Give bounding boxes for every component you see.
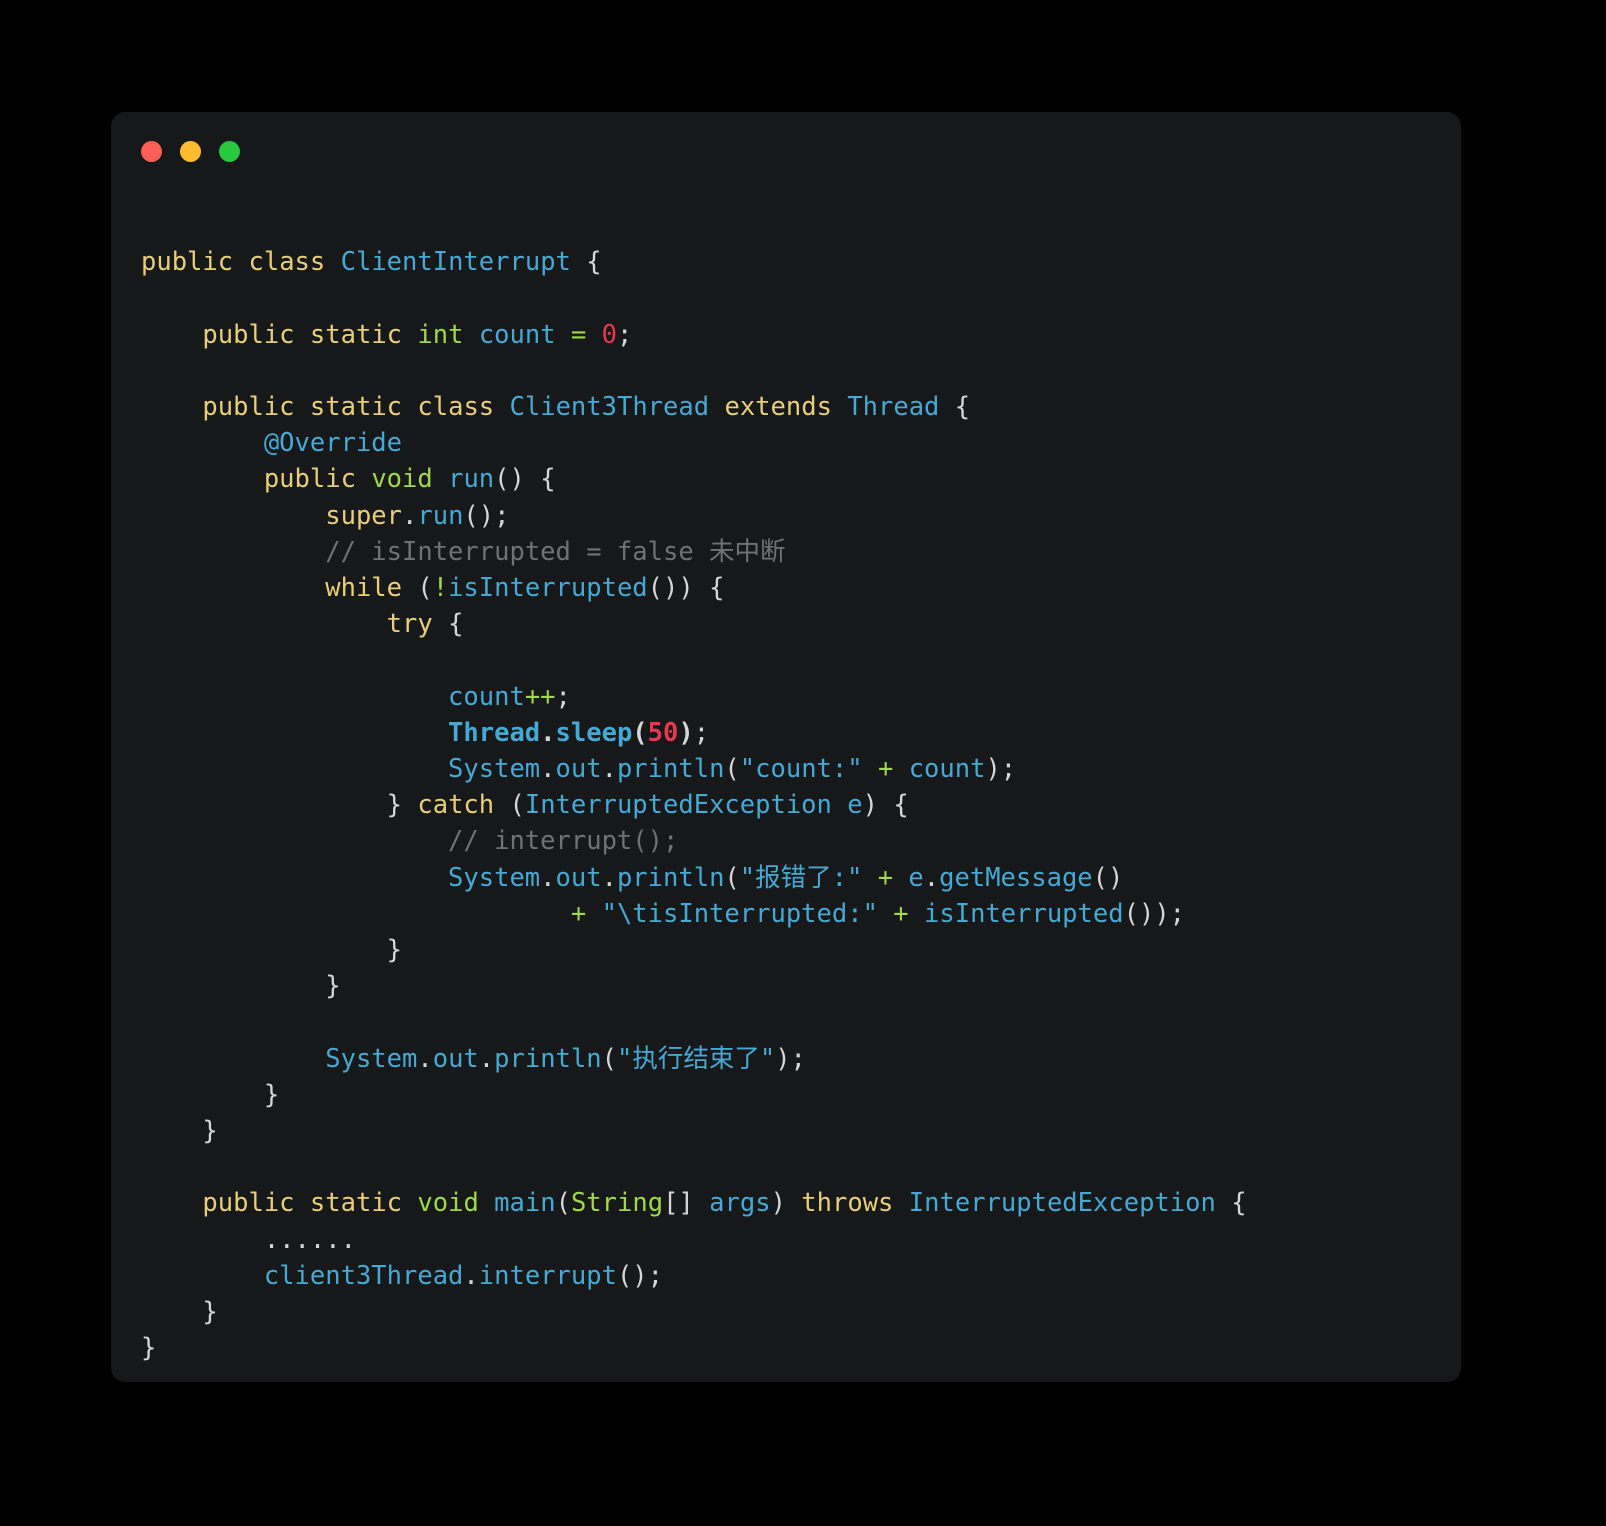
- code-line: }: [141, 1333, 157, 1364]
- code-line: public void run() {: [263, 464, 556, 495]
- code-window: public class ClientInterrupt { public st…: [111, 112, 1461, 1382]
- code-line: } catch (InterruptedException e) {: [386, 790, 909, 821]
- code-line: public static int count = 0;: [202, 319, 633, 350]
- code-line: while (!isInterrupted()) {: [325, 573, 725, 604]
- code-line: }: [202, 1297, 218, 1328]
- code-line: }: [202, 1116, 218, 1147]
- page-root: public class ClientInterrupt { public st…: [0, 0, 1606, 1526]
- maximize-button-icon[interactable]: [219, 140, 240, 162]
- code-line: public static void main(String[] args) t…: [202, 1188, 1247, 1219]
- window-title-bar: [111, 112, 1461, 190]
- code-line: System.out.println("报错了:" + e.getMessage…: [448, 862, 1124, 893]
- code-line: + "\tisInterrupted:" + isInterrupted());: [570, 898, 1186, 929]
- minimize-button-icon[interactable]: [180, 140, 201, 162]
- close-button-icon[interactable]: [141, 140, 162, 162]
- code-line: }: [325, 971, 341, 1002]
- code-line: try {: [386, 609, 464, 640]
- code-block: public class ClientInterrupt { public st…: [141, 208, 1451, 1439]
- code-line: ......: [263, 1224, 356, 1255]
- code-line: Thread.sleep(50);: [448, 717, 710, 748]
- code-line: // isInterrupted = false 未中断: [325, 536, 786, 567]
- code-line: count++;: [448, 681, 571, 712]
- code-line: public static class Client3Thread extend…: [202, 392, 971, 423]
- code-line: System.out.println("count:" + count);: [448, 754, 1017, 785]
- code-line: System.out.println("执行结束了");: [325, 1043, 806, 1074]
- code-line: @Override: [263, 428, 402, 459]
- code-line: // interrupt();: [448, 826, 679, 857]
- code-line: public class ClientInterrupt {: [141, 247, 602, 278]
- code-line: super.run();: [325, 500, 510, 531]
- code-line: }: [386, 935, 402, 966]
- code-line: client3Thread.interrupt();: [263, 1260, 664, 1291]
- code-line: }: [263, 1079, 280, 1110]
